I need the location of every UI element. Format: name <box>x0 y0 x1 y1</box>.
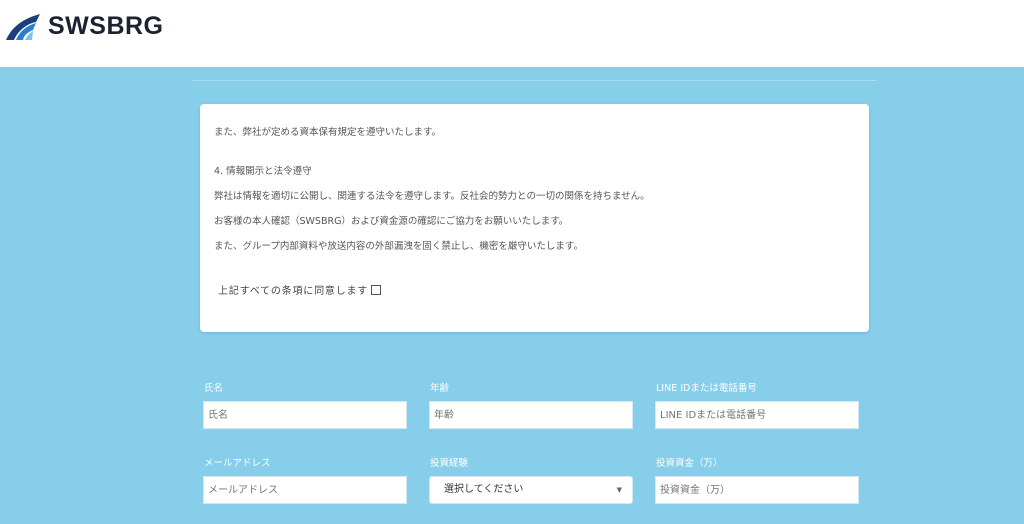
agree-row[interactable]: 上記すべての条項に同意します <box>218 282 382 297</box>
divider <box>192 80 877 81</box>
agree-checkbox[interactable] <box>371 284 382 295</box>
age-input[interactable] <box>429 401 633 429</box>
terms-line: また、弊社が定める資本保有規定を遵守いたします。 <box>214 127 442 138</box>
email-input[interactable] <box>203 476 407 504</box>
terms-line: お客様の本人確認（SWSBRG）および資金源の確認にご協力をお願いいたします。 <box>214 216 569 227</box>
main-section: また、弊社が定める資本保有規定を遵守いたします。 4. 情報開示と法令遵守 弊社… <box>0 67 1024 524</box>
terms-heading: 4. 情報開示と法令遵守 <box>214 166 312 177</box>
terms-scroll-area[interactable]: また、弊社が定める資本保有規定を遵守いたします。 4. 情報開示と法令遵守 弊社… <box>214 124 834 264</box>
contact-label: LINE IDまたは電話番号 <box>656 383 757 394</box>
brand-logo-icon <box>6 13 40 40</box>
logo[interactable]: SWSBRG <box>6 12 164 41</box>
funds-input[interactable] <box>655 476 859 504</box>
agree-label: 上記すべての条項に同意します <box>218 286 369 297</box>
terms-line: 弊社は情報を適切に公開し、関連する法令を遵守します。反社会的勢力との一切の関係を… <box>214 191 650 202</box>
experience-label: 投資経験 <box>430 458 469 469</box>
email-label: メールアドレス <box>204 458 271 469</box>
logo-text: SWSBRG <box>48 12 164 40</box>
header: SWSBRG <box>0 0 1024 67</box>
contact-input[interactable] <box>655 401 859 429</box>
name-input[interactable] <box>203 401 407 429</box>
funds-label: 投資資金（万） <box>656 458 723 469</box>
terms-card: また、弊社が定める資本保有規定を遵守いたします。 4. 情報開示と法令遵守 弊社… <box>200 104 869 332</box>
experience-selected-value: 選択してください <box>444 484 524 495</box>
chevron-down-icon: ▼ <box>616 486 622 494</box>
experience-select[interactable]: 選択してください ▼ <box>429 476 633 504</box>
name-label: 氏名 <box>204 383 224 394</box>
terms-line: また、グループ内部資料や放送内容の外部漏洩を固く禁止し、機密を厳守いたします。 <box>214 241 583 252</box>
age-label: 年齢 <box>430 383 450 394</box>
